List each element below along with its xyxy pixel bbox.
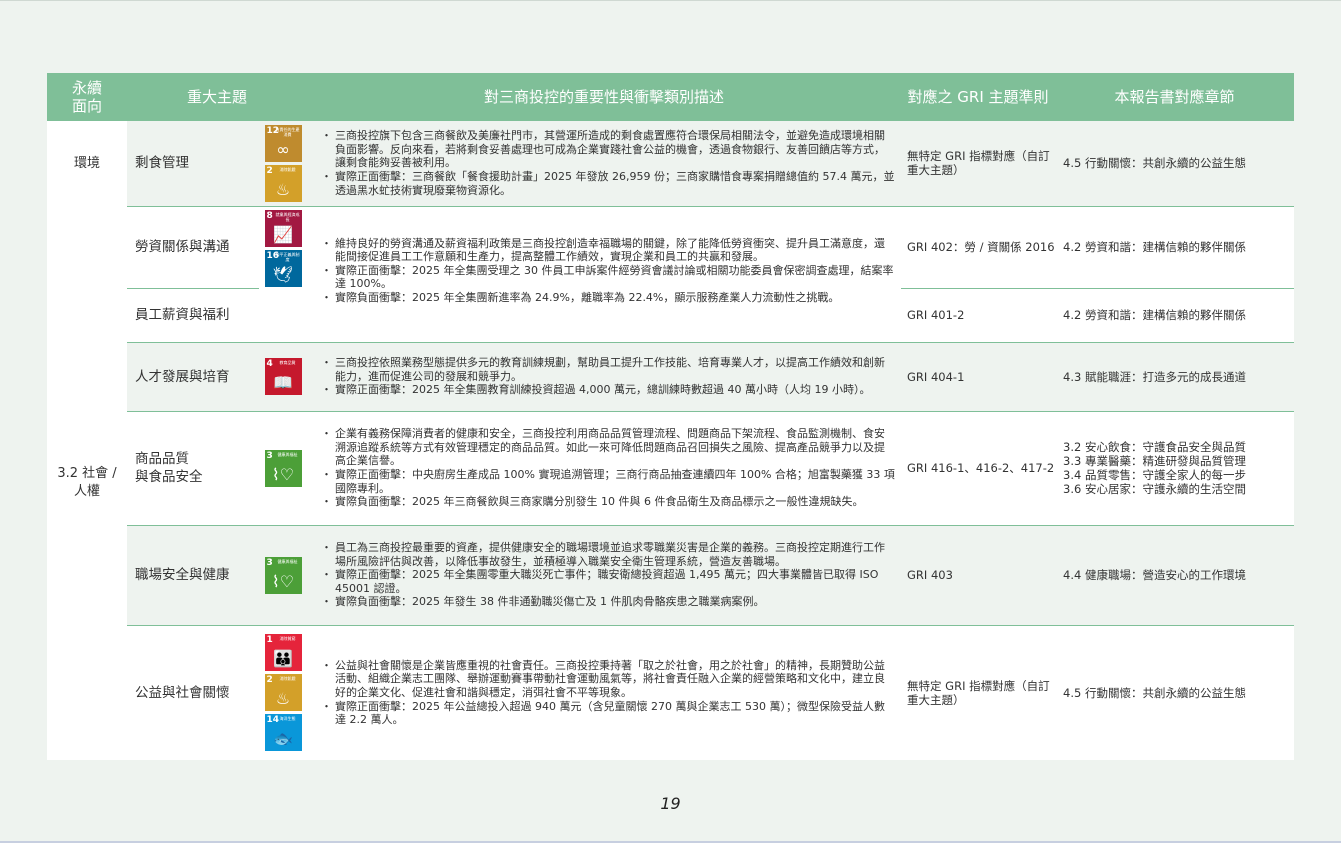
sdg-8-icon: 8 就業與經濟成長 📈	[264, 209, 302, 247]
desc-bullet: 維持良好的勞資溝通及薪資福利政策是三商投控創造幸福職場的關鍵，除了能降低勞資衝突…	[321, 237, 895, 264]
sdg-3-icon: 3 健康與福祉 ⌇♡	[264, 449, 302, 487]
table-row: 職場安全與健康 3健康與福祉⌇♡ 員工為三商投控最重要的資產，提供健康安全的職場…	[47, 524, 1295, 625]
description-product-quality: 企業有義務保障消費者的健康和安全，三商投控利用商品品質管理流程、問題商品下架流程…	[307, 410, 902, 525]
sdg-12-icon: 12 負責任的生產消費 ∞	[264, 124, 302, 162]
section-compensation: 4.2 勞資和諧：建構信賴的夥伴關係	[1055, 287, 1295, 342]
desc-bullet: 公益與社會關懷是企業皆應重視的社會責任。三商投控秉持著「取之於社會，用之於社會」…	[321, 659, 895, 700]
description-talent: 三商投控依照業務型態提供多元的教育訓練規劃，幫助員工提升工作技能、培育專業人才，…	[307, 341, 902, 411]
sdg-icons: 12 負責任的生產消費 ∞ 2 消除飢餓 ♨	[259, 121, 308, 206]
table-row: 公益與社會關懷 1消除貧窮👪 2消除飢餓♨ 14海洋生態🐟 公益與社會關懷是企業…	[47, 624, 1295, 760]
sdg-icons: 3 健康與福祉 ⌇♡	[259, 524, 308, 625]
table-row: 環境 剩食管理 12負責任的生產消費∞ 2消除飢餓♨ 三商投控旗下包含三商餐飲及…	[47, 121, 1295, 206]
topic-product-quality: 商品品質 與食品安全	[127, 410, 259, 525]
header-section: 本報告書對應章節	[1055, 73, 1295, 121]
gri-food-waste: 無特定 GRI 指標對應（自訂重大主題）	[901, 121, 1056, 206]
table-header-row: 永續 面向 重大主題 對三商投控的重要性與衝擊類別描述 對應之 GRI 主題準則…	[47, 73, 1295, 121]
desc-bullet: 員工為三商投控最重要的資產，提供健康安全的職場環境並追求零職業災害是企業的義務。…	[321, 541, 895, 568]
section-community: 4.5 行動關懷：共創永續的公益生態	[1055, 624, 1295, 760]
page-number: 19	[660, 794, 681, 813]
gri-compensation: GRI 401-2	[901, 287, 1056, 342]
header-topic: 重大主題	[127, 73, 308, 121]
topic-talent: 人才發展與培育	[127, 341, 259, 411]
header-gri: 對應之 GRI 主題準則	[901, 73, 1056, 121]
topic-labor-relations: 勞資關係與溝通	[127, 205, 259, 288]
header-dimension: 永續 面向	[47, 73, 127, 121]
sdg-3-icon: 3 健康與福祉 ⌇♡	[264, 556, 302, 594]
description-food-waste: 三商投控旗下包含三商餐飲及美廉社門市，其營運所造成的剩食處置應符合環保局相關法令…	[307, 121, 902, 206]
sdg-icons: 3 健康與福祉 ⌇♡	[259, 410, 308, 525]
desc-bullet: 三商投控旗下包含三商餐飲及美廉社門市，其營運所造成的剩食處置應符合環保局相關法令…	[321, 129, 895, 170]
dimension-social: 3.2 社會 / 人權	[47, 206, 127, 760]
desc-bullet: 實際正面衝擊：2025 年全集團受理之 30 件員工申訴案件經勞資會議討論或相關…	[321, 264, 895, 291]
gri-product-quality: GRI 416-1、416-2、417-2	[901, 410, 1056, 525]
desc-bullet: 實際正面衝擊：2025 年全集團教育訓練投資超過 4,000 萬元，總訓練時數超…	[321, 383, 895, 397]
desc-bullet: 實際正面衝擊：2025 年全集團零重大職災死亡事件；職安衛總投資超過 1,495…	[321, 568, 895, 595]
top-rule	[0, 0, 1341, 1]
table-row: 商品品質 與食品安全 3健康與福祉⌇♡ 企業有義務保障消費者的健康和安全，三商投…	[47, 410, 1295, 525]
desc-bullet: 實際正面衝擊：三商餐飲「餐食援助計畫」2025 年發放 26,959 份；三商家…	[321, 170, 895, 197]
topic-community: 公益與社會關懷	[127, 624, 259, 760]
sdg-14-icon: 14 海洋生態 🐟	[264, 714, 302, 752]
sdg-icons: 8 就業與經濟成長 📈 16 和平正義與制度 🕊	[259, 205, 308, 342]
sdg-4-icon: 4 教育品質 📖	[264, 358, 302, 395]
table-row: 人才發展與培育 4教育品質📖 三商投控依照業務型態提供多元的教育訓練規劃，幫助員…	[47, 341, 1295, 411]
desc-bullet: 實際負面衝擊：2025 年三商餐飲與三商家購分別發生 10 件與 6 件食品衛生…	[321, 495, 895, 509]
sdg-2-icon: 2 消除飢餓 ♨	[264, 164, 302, 202]
desc-bullet: 實際正面衝擊：2025 年公益總投入超過 940 萬元（含兒童關懷 270 萬與…	[321, 700, 895, 727]
desc-bullet: 三商投控依照業務型態提供多元的教育訓練規劃，幫助員工提升工作技能、培育專業人才，…	[321, 356, 895, 383]
topic-compensation: 員工薪資與福利	[127, 287, 259, 342]
topic-workplace-safety: 職場安全與健康	[127, 524, 259, 625]
sdg-1-icon: 1 消除貧窮 👪	[264, 634, 302, 672]
section-workplace-safety: 4.4 健康職場：營造安心的工作環境	[1055, 524, 1295, 625]
description-community: 公益與社會關懷是企業皆應重視的社會責任。三商投控秉持著「取之於社會，用之於社會」…	[307, 624, 902, 760]
desc-bullet: 企業有義務保障消費者的健康和安全，三商投控利用商品品質管理流程、問題商品下架流程…	[321, 427, 895, 468]
gri-labor-relations: GRI 402：勞 / 資關係 2016	[901, 205, 1056, 288]
desc-bullet: 實際正面衝擊：中央廚房生產成品 100% 實現追溯管理；三商行商品抽查連續四年 …	[321, 468, 895, 495]
gri-community: 無特定 GRI 指標對應（自訂重大主題）	[901, 624, 1056, 760]
materiality-table-container: 永續 面向 重大主題 對三商投控的重要性與衝擊類別描述 對應之 GRI 主題準則…	[47, 73, 1295, 760]
table-row: 3.2 社會 / 人權 勞資關係與溝通 8 就業與經濟成長 📈 16 和平正義與制度 🕊…	[47, 205, 1295, 760]
header-description: 對三商投控的重要性與衝擊類別描述	[307, 73, 902, 121]
topic-food-waste: 剩食管理	[127, 121, 259, 206]
sdg-icons: 4 教育品質 📖	[259, 341, 308, 411]
sdg-2-icon: 2 消除飢餓 ♨	[264, 674, 302, 712]
gri-workplace-safety: GRI 403	[901, 524, 1056, 625]
materiality-table: 永續 面向 重大主題 對三商投控的重要性與衝擊類別描述 對應之 GRI 主題準則…	[47, 73, 1295, 760]
desc-bullet: 實際負面衝擊：2025 年發生 38 件非通勤職災傷亡及 1 件肌肉骨骼疾患之職…	[321, 595, 895, 609]
sdg-icons: 1 消除貧窮 👪 2 消除飢餓 ♨ 14 海洋生態 🐟	[259, 624, 308, 760]
section-food-waste: 4.5 行動關懷：共創永續的公益生態	[1055, 121, 1295, 206]
section-labor-relations: 4.2 勞資和諧：建構信賴的夥伴關係	[1055, 205, 1295, 288]
desc-bullet: 實際負面衝擊：2025 年全集團新進率為 24.9%，離職率為 22.4%，顯示…	[321, 291, 895, 305]
section-talent: 4.3 賦能職涯：打造多元的成長通道	[1055, 341, 1295, 411]
description-labor: 維持良好的勞資溝通及薪資福利政策是三商投控創造幸福職場的關鍵，除了能降低勞資衝突…	[307, 205, 902, 342]
description-workplace-safety: 員工為三商投控最重要的資產，提供健康安全的職場環境並追求零職業災害是企業的義務。…	[307, 524, 902, 625]
gri-talent: GRI 404-1	[901, 341, 1056, 411]
section-product-quality: 3.2 安心飲食：守護食品安全與品質 3.3 專業醫藥：精進研發與品質管理 3.…	[1055, 410, 1295, 525]
dimension-environment: 環境	[47, 121, 127, 206]
sdg-16-icon: 16 和平正義與制度 🕊	[264, 249, 302, 287]
